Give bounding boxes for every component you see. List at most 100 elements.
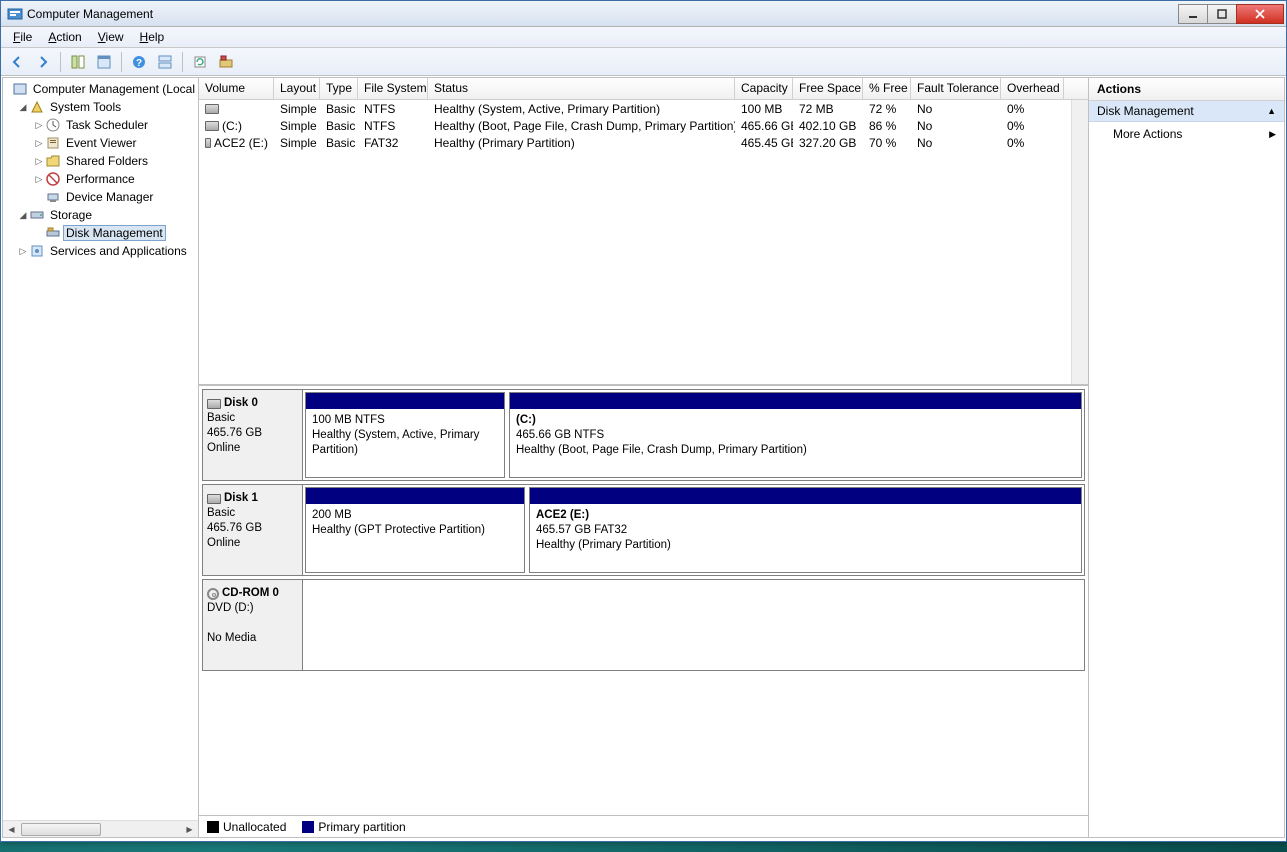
tree-event-viewer[interactable]: ▷Event Viewer — [3, 134, 198, 152]
col-type[interactable]: Type — [320, 78, 358, 99]
cell-status: Healthy (Boot, Page File, Crash Dump, Pr… — [428, 119, 735, 133]
tree-shared-folders[interactable]: ▷Shared Folders — [3, 152, 198, 170]
menu-help[interactable]: Help — [132, 28, 173, 46]
cell-fault: No — [911, 102, 1001, 116]
scroll-right-icon[interactable]: ▶ — [181, 821, 198, 838]
primary-swatch-icon — [302, 821, 314, 833]
tree-performance[interactable]: ▷Performance — [3, 170, 198, 188]
menu-action[interactable]: Action — [40, 28, 89, 46]
back-button[interactable] — [5, 50, 29, 74]
legend-unallocated: Unallocated — [207, 820, 286, 834]
scrollbar-thumb[interactable] — [21, 823, 101, 836]
help-button[interactable]: ? — [127, 50, 151, 74]
col-pct-free[interactable]: % Free — [863, 78, 911, 99]
cell-name — [199, 104, 274, 114]
tree-storage[interactable]: ◢Storage — [3, 206, 198, 224]
cell-fs: FAT32 — [358, 136, 428, 150]
col-overhead[interactable]: Overhead — [1001, 78, 1064, 99]
cell-free: 402.10 GB — [793, 119, 863, 133]
app-window: Computer Management FFileile Action View… — [0, 0, 1287, 842]
disk-partitions — [303, 580, 1084, 670]
cell-cap: 465.45 GB — [735, 136, 793, 150]
cell-cap: 465.66 GB — [735, 119, 793, 133]
toolbar-separator — [182, 52, 183, 72]
maximize-button[interactable] — [1207, 4, 1237, 24]
cell-fault: No — [911, 136, 1001, 150]
tree-device-manager[interactable]: Device Manager — [3, 188, 198, 206]
toolbar-separator — [60, 52, 61, 72]
show-hide-tree-button[interactable] — [66, 50, 90, 74]
volume-rows: SimpleBasicNTFSHealthy (System, Active, … — [199, 100, 1088, 151]
menu-view[interactable]: View — [90, 28, 132, 46]
properties-button[interactable] — [92, 50, 116, 74]
tree-root[interactable]: Computer Management (Local — [3, 80, 198, 98]
cell-ovh: 0% — [1001, 119, 1064, 133]
table-row[interactable]: (C:)SimpleBasicNTFSHealthy (Boot, Page F… — [199, 117, 1088, 134]
settings-button[interactable] — [214, 50, 238, 74]
cell-ovh: 0% — [1001, 102, 1064, 116]
volume-list: Volume Layout Type File System Status Ca… — [199, 78, 1088, 386]
cell-status: Healthy (Primary Partition) — [428, 136, 735, 150]
partition-body: 100 MB NTFSHealthy (System, Active, Prim… — [306, 409, 504, 477]
cell-status: Healthy (System, Active, Primary Partiti… — [428, 102, 735, 116]
disk-partitions: 100 MB NTFSHealthy (System, Active, Prim… — [303, 390, 1084, 480]
partition[interactable]: ACE2 (E:)465.57 GB FAT32Healthy (Primary… — [529, 487, 1082, 573]
partition[interactable]: (C:)465.66 GB NTFSHealthy (Boot, Page Fi… — [509, 392, 1082, 478]
tree-scrollbar[interactable]: ◀ ▶ — [3, 820, 198, 837]
disk-row[interactable]: CD-ROM 0DVD (D:) No Media — [202, 579, 1085, 671]
partition[interactable]: 200 MBHealthy (GPT Protective Partition) — [305, 487, 525, 573]
col-layout[interactable]: Layout — [274, 78, 320, 99]
disk-rows: Disk 0Basic465.76 GBOnline100 MB NTFSHea… — [199, 386, 1088, 815]
more-actions[interactable]: More Actions ▶ — [1089, 122, 1284, 146]
col-volume[interactable]: Volume — [199, 78, 274, 99]
disk-info: Disk 0Basic465.76 GBOnline — [203, 390, 303, 480]
cell-layout: Simple — [274, 136, 320, 150]
cd-icon — [207, 588, 219, 600]
menu-file[interactable]: FFileile — [5, 28, 40, 46]
actions-header: Actions — [1089, 78, 1284, 101]
cell-pct: 70 % — [863, 136, 911, 150]
cell-pct: 86 % — [863, 119, 911, 133]
refresh-button[interactable] — [188, 50, 212, 74]
cell-cap: 100 MB — [735, 102, 793, 116]
cell-type: Basic — [320, 102, 358, 116]
tree-task-scheduler[interactable]: ▷Task Scheduler — [3, 116, 198, 134]
cell-pct: 72 % — [863, 102, 911, 116]
disk-info: Disk 1Basic465.76 GBOnline — [203, 485, 303, 575]
toolbar-separator — [121, 52, 122, 72]
partition-color-bar — [530, 488, 1081, 504]
tree-system-tools[interactable]: ◢System Tools — [3, 98, 198, 116]
partition[interactable]: 100 MB NTFSHealthy (System, Active, Prim… — [305, 392, 505, 478]
col-capacity[interactable]: Capacity — [735, 78, 793, 99]
tree-disk-management[interactable]: Disk Management — [3, 224, 198, 242]
minimize-button[interactable] — [1178, 4, 1208, 24]
scroll-left-icon[interactable]: ◀ — [3, 821, 20, 838]
col-status[interactable]: Status — [428, 78, 735, 99]
col-free-space[interactable]: Free Space — [793, 78, 863, 99]
col-fault-tolerance[interactable]: Fault Tolerance — [911, 78, 1001, 99]
volume-list-header: Volume Layout Type File System Status Ca… — [199, 78, 1088, 100]
unallocated-swatch-icon — [207, 821, 219, 833]
titlebar[interactable]: Computer Management — [1, 1, 1286, 27]
partition-body: (C:)465.66 GB NTFSHealthy (Boot, Page Fi… — [510, 409, 1081, 477]
col-fs[interactable]: File System — [358, 78, 428, 99]
main-area: Computer Management (Local ◢System Tools… — [2, 77, 1285, 838]
list-scrollbar[interactable] — [1071, 100, 1088, 384]
disk-row[interactable]: Disk 0Basic465.76 GBOnline100 MB NTFSHea… — [202, 389, 1085, 481]
cell-fs: NTFS — [358, 102, 428, 116]
close-button[interactable] — [1236, 4, 1284, 24]
cell-type: Basic — [320, 136, 358, 150]
actions-section[interactable]: Disk Management ▲ — [1089, 101, 1284, 122]
forward-button[interactable] — [31, 50, 55, 74]
drive-icon — [205, 121, 219, 131]
disk-row[interactable]: Disk 1Basic465.76 GBOnline200 MBHealthy … — [202, 484, 1085, 576]
legend-primary: Primary partition — [302, 820, 405, 834]
table-row[interactable]: SimpleBasicNTFSHealthy (System, Active, … — [199, 100, 1088, 117]
tree-services-apps[interactable]: ▷Services and Applications — [3, 242, 198, 260]
menubar: FFileile Action View Help — [1, 27, 1286, 48]
table-row[interactable]: ACE2 (E:)SimpleBasicFAT32Healthy (Primar… — [199, 134, 1088, 151]
window-buttons — [1179, 4, 1284, 24]
cell-fs: NTFS — [358, 119, 428, 133]
cell-free: 72 MB — [793, 102, 863, 116]
view-mode-button[interactable] — [153, 50, 177, 74]
